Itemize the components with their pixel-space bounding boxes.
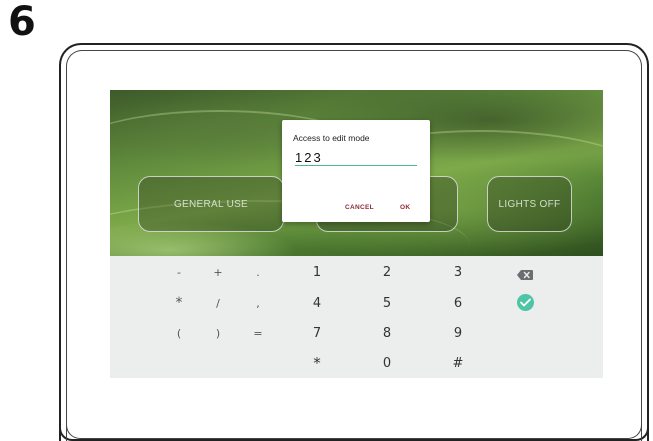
key-minus[interactable]: -: [164, 261, 194, 283]
key-7[interactable]: 7: [302, 322, 332, 344]
key-1[interactable]: 1: [302, 261, 332, 283]
ok-button[interactable]: OK: [400, 204, 410, 211]
key-period[interactable]: .: [243, 261, 273, 283]
edit-mode-dialog: Access to edit mode CANCEL OK: [282, 120, 430, 222]
key-asterisk[interactable]: *: [164, 292, 194, 314]
key-comma[interactable]: ,: [243, 292, 273, 314]
scene-button-general-use[interactable]: GENERAL USE: [138, 176, 284, 232]
dialog-title: Access to edit mode: [293, 133, 370, 143]
key-hash[interactable]: #: [443, 352, 473, 374]
key-slash[interactable]: /: [203, 292, 233, 314]
scene-button-lights-off[interactable]: LIGHTS OFF: [487, 176, 572, 232]
key-equals[interactable]: =: [243, 322, 273, 344]
key-6[interactable]: 6: [443, 292, 473, 314]
access-code-input[interactable]: [295, 150, 417, 166]
key-9[interactable]: 9: [443, 322, 473, 344]
numeric-keyboard: - + . 1 2 3 * / , 4 5 6 ( ) = 7 8 9 * 0 …: [110, 256, 603, 378]
key-4[interactable]: 4: [302, 292, 332, 314]
check-circle-icon[interactable]: [517, 294, 534, 311]
key-open-paren[interactable]: (: [164, 322, 194, 344]
key-2[interactable]: 2: [372, 261, 402, 283]
key-star[interactable]: *: [302, 352, 332, 374]
key-plus[interactable]: +: [203, 261, 233, 283]
tablet-frame-inner-bottom: [66, 425, 642, 439]
key-close-paren[interactable]: ): [203, 322, 233, 344]
tablet-screen: GENERAL USE LIGHTS OFF Access to edit mo…: [110, 90, 603, 378]
step-number: 6: [8, 0, 36, 45]
backspace-icon[interactable]: [517, 267, 533, 280]
key-0[interactable]: 0: [372, 352, 402, 374]
key-8[interactable]: 8: [372, 322, 402, 344]
cancel-button[interactable]: CANCEL: [345, 204, 374, 211]
key-5[interactable]: 5: [372, 292, 402, 314]
key-3[interactable]: 3: [443, 261, 473, 283]
